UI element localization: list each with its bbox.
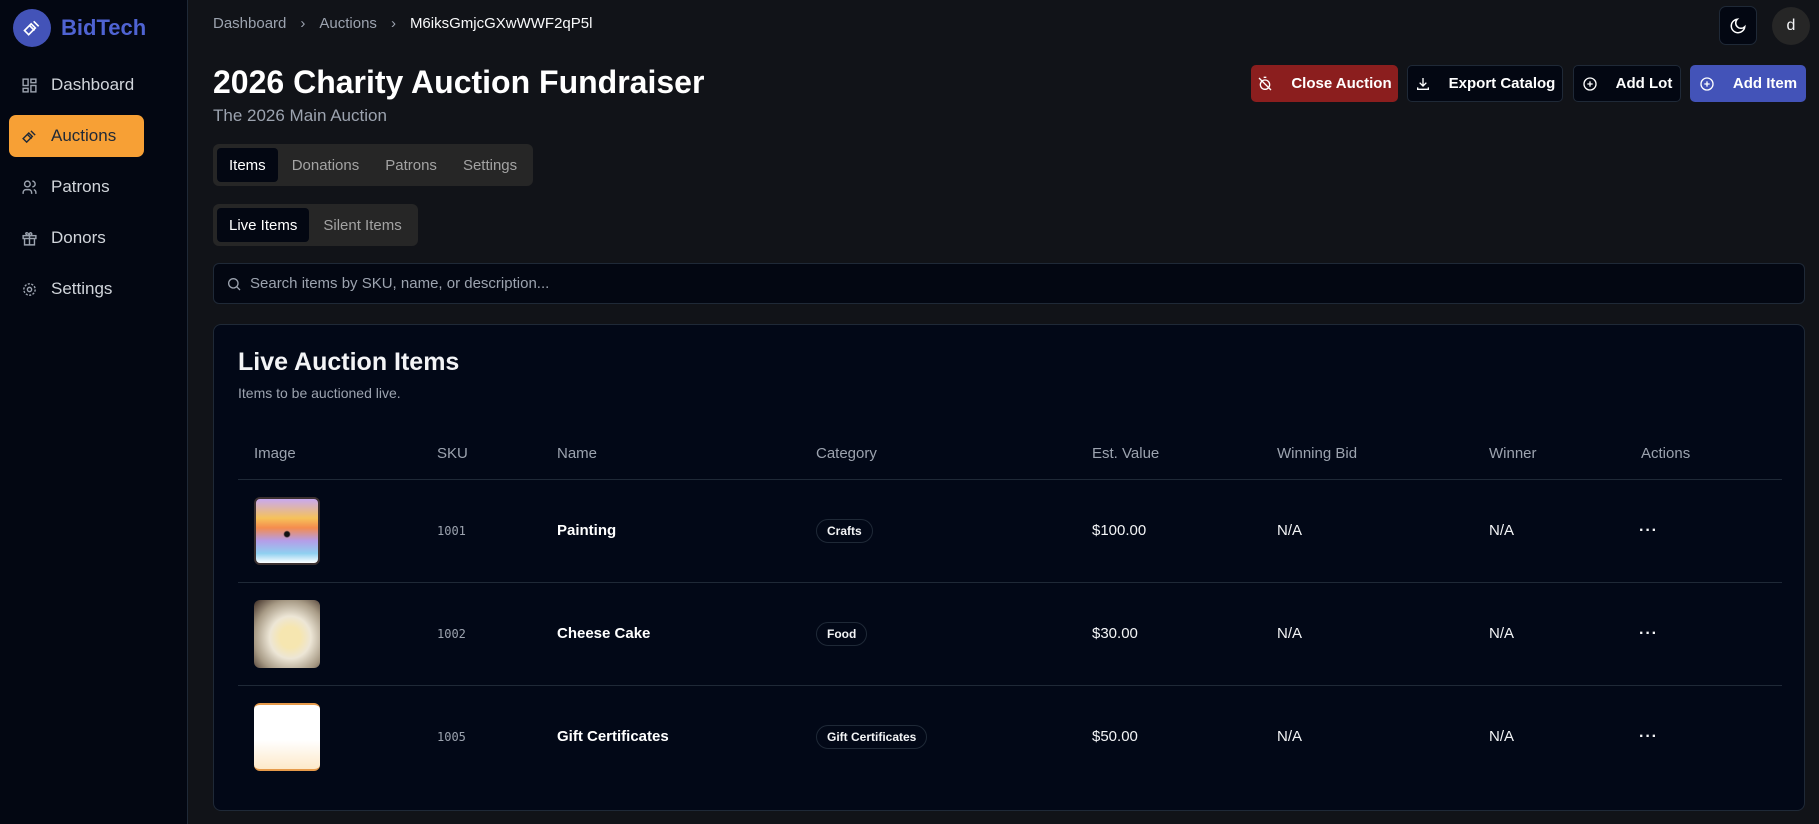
- add-lot-button[interactable]: Add Lot: [1573, 65, 1681, 102]
- col-actions: Actions: [1625, 429, 1782, 480]
- dashboard-icon: [22, 77, 37, 93]
- item-type-tabs: Live Items Silent Items: [213, 204, 418, 246]
- gear-icon: [23, 282, 36, 296]
- sidebar-item-donors[interactable]: Donors: [9, 217, 144, 259]
- item-est-value: $100.00: [1076, 479, 1261, 583]
- export-catalog-button[interactable]: Export Catalog: [1407, 65, 1563, 102]
- category-badge: Crafts: [816, 518, 873, 543]
- item-image: [254, 599, 320, 668]
- search-bar: [213, 263, 1805, 304]
- gift-icon: [22, 231, 37, 246]
- item-name: Cheese Cake: [541, 582, 800, 686]
- category-badge: Food: [816, 621, 868, 646]
- table-row[interactable]: 1005 Gift Certificates Gift Certificates…: [238, 685, 1782, 788]
- plus-circle-icon: [1583, 76, 1597, 91]
- avatar[interactable]: d: [1772, 7, 1810, 45]
- item-winner: N/A: [1473, 582, 1625, 686]
- tab-silent-items[interactable]: Silent Items: [311, 208, 413, 242]
- sidebar-item-label: Auctions: [51, 126, 117, 145]
- page-title: 2026 Charity Auction Fundraiser: [213, 64, 705, 100]
- item-name: Painting: [541, 479, 800, 583]
- item-image: [254, 702, 320, 771]
- col-winner: Winner: [1473, 429, 1625, 480]
- breadcrumb: Dashboard › Auctions › M6iksGmjcGXwWWF2q…: [213, 15, 592, 32]
- gavel-icon: [22, 129, 36, 143]
- breadcrumb-dashboard[interactable]: Dashboard: [213, 15, 286, 32]
- more-actions-icon[interactable]: ···: [1625, 582, 1782, 686]
- card-subtitle: Items to be auctioned live.: [238, 385, 401, 401]
- logo[interactable]: BidTech: [13, 9, 146, 47]
- more-actions-icon[interactable]: ···: [1625, 479, 1782, 583]
- table-header: Image SKU Name Category Est. Value Winni…: [238, 429, 1782, 480]
- category-badge: Gift Certificates: [816, 724, 928, 749]
- sidebar-item-label: Settings: [51, 279, 113, 298]
- items-table: Image SKU Name Category Est. Value Winni…: [238, 429, 1782, 788]
- sidebar-item-label: Dashboard: [51, 75, 135, 94]
- card-title: Live Auction Items: [238, 348, 460, 376]
- search-input[interactable]: [250, 275, 1750, 292]
- export-catalog-label: Export Catalog: [1448, 75, 1556, 92]
- col-est-value: Est. Value: [1076, 429, 1261, 480]
- theme-toggle-button[interactable]: [1719, 6, 1757, 45]
- add-item-label: Add Item: [1732, 75, 1798, 92]
- plus-circle-icon: [1700, 76, 1714, 91]
- add-item-button[interactable]: Add Item: [1690, 65, 1806, 102]
- item-winning-bid: N/A: [1261, 582, 1473, 686]
- close-auction-button[interactable]: Close Auction: [1251, 65, 1398, 102]
- app-name: BidTech: [61, 15, 147, 40]
- add-lot-label: Add Lot: [1615, 75, 1673, 92]
- breadcrumb-current: M6iksGmjcGXwWWF2qP5l: [409, 15, 593, 32]
- live-items-card: Live Auction Items Items to be auctioned…: [213, 324, 1805, 811]
- breadcrumb-auctions[interactable]: Auctions: [319, 15, 377, 32]
- tab-patrons[interactable]: Patrons: [373, 148, 449, 182]
- sidebar-item-label: Patrons: [51, 177, 110, 196]
- table-row[interactable]: 1001 Painting Crafts $100.00 N/A N/A ···: [238, 479, 1782, 583]
- gavel-icon: [13, 9, 51, 47]
- tab-items[interactable]: Items: [217, 148, 278, 182]
- item-est-value: $30.00: [1076, 582, 1261, 686]
- item-image: [254, 496, 320, 565]
- col-name: Name: [541, 429, 800, 480]
- sidebar-item-dashboard[interactable]: Dashboard: [9, 64, 144, 106]
- close-auction-label: Close Auction: [1291, 75, 1392, 92]
- col-sku: SKU: [421, 429, 541, 480]
- item-est-value: $50.00: [1092, 728, 1138, 746]
- timer-off-icon: [1258, 76, 1272, 90]
- sidebar-item-settings[interactable]: Settings: [9, 268, 144, 310]
- item-winning-bid: N/A: [1277, 728, 1303, 746]
- tab-live-items[interactable]: Live Items: [217, 208, 310, 242]
- item-sku: 1005: [437, 729, 466, 744]
- tab-donations[interactable]: Donations: [280, 148, 372, 182]
- search-icon: [228, 277, 241, 290]
- users-icon: [22, 179, 37, 194]
- more-actions-icon[interactable]: ···: [1625, 685, 1782, 788]
- sidebar-item-patrons[interactable]: Patrons: [9, 166, 144, 208]
- sidebar-item-auctions[interactable]: Auctions: [9, 115, 144, 157]
- table-row[interactable]: 1002 Cheese Cake Food $30.00 N/A N/A ···: [238, 582, 1782, 686]
- download-icon: [1416, 77, 1429, 90]
- col-image: Image: [238, 429, 421, 480]
- item-name: Gift Certificates: [557, 728, 669, 746]
- moon-icon: [1730, 17, 1746, 33]
- item-winning-bid: N/A: [1261, 479, 1473, 583]
- item-winner: N/A: [1473, 479, 1625, 583]
- sidebar: BidTech Dashboard Auctions Patrons Donor…: [0, 0, 188, 824]
- page-subtitle: The 2026 Main Auction: [213, 106, 387, 125]
- chevron-right-icon: ›: [390, 15, 396, 32]
- main-tabs: Items Donations Patrons Settings: [213, 144, 534, 186]
- main: Dashboard › Auctions › M6iksGmjcGXwWWF2q…: [189, 0, 1819, 824]
- col-category: Category: [800, 429, 1076, 480]
- item-winner: N/A: [1489, 728, 1515, 746]
- item-sku: 1001: [421, 479, 541, 583]
- item-sku: 1002: [421, 582, 541, 686]
- tab-settings[interactable]: Settings: [451, 148, 529, 182]
- sidebar-item-label: Donors: [51, 228, 106, 247]
- col-winning-bid: Winning Bid: [1261, 429, 1473, 480]
- chevron-right-icon: ›: [300, 15, 306, 32]
